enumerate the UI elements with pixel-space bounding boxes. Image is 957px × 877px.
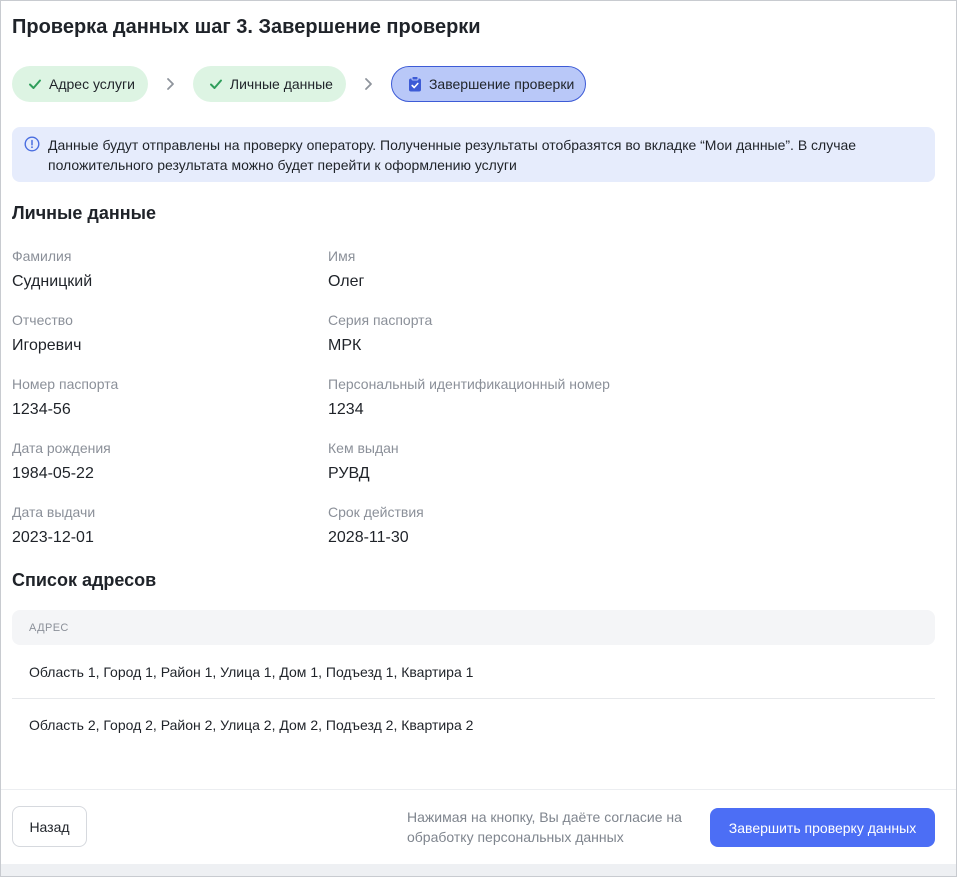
field-expiry-date: Срок действия 2028-11-30 — [328, 502, 935, 549]
field-value: Судницкий — [12, 273, 93, 290]
address-cell: Область 2, Город 2, Район 2, Улица 2, До… — [29, 717, 474, 733]
field-label: Фамилия — [12, 248, 72, 264]
chevron-right-icon — [346, 66, 391, 102]
field-issue-date: Дата выдачи 2023-12-01 — [12, 502, 328, 549]
page-title: Проверка данных шаг 3. Завершение провер… — [12, 16, 481, 38]
footer: Назад Нажимая на кнопку, Вы даёте соглас… — [1, 789, 956, 864]
field-label: Дата выдачи — [12, 504, 96, 520]
field-value: 1984-05-22 — [12, 465, 94, 482]
check-icon — [28, 76, 42, 92]
field-label: Серия паспорта — [328, 312, 433, 328]
field-passport-series: Серия паспорта МРК — [328, 310, 935, 357]
table-row: Область 1, Город 1, Район 1, Улица 1, До… — [12, 645, 935, 698]
table-row: Область 2, Город 2, Район 2, Улица 2, До… — [12, 698, 935, 751]
field-value: 1234-56 — [12, 401, 71, 418]
check-icon — [209, 76, 223, 92]
step-personal-data[interactable]: Личные данные — [192, 66, 346, 102]
field-label: Имя — [328, 248, 356, 264]
field-value: Олег — [328, 273, 365, 290]
field-label: Срок действия — [328, 504, 424, 520]
info-icon — [24, 136, 40, 152]
field-value: 2023-12-01 — [12, 529, 94, 546]
notice-text: Данные будут отправлены на проверку опер… — [48, 137, 857, 173]
field-value: МРК — [328, 337, 362, 354]
column-header-address: АДРЕС — [29, 621, 69, 634]
stepper: Адрес услуги Личные данные Завершение пр… — [12, 66, 935, 102]
step-label: Завершение проверки — [428, 76, 575, 92]
consent-text: Нажимая на кнопку, Вы даёте согласие на … — [407, 807, 682, 847]
field-label: Номер паспорта — [12, 376, 119, 392]
field-value: 2028-11-30 — [328, 529, 409, 546]
address-cell: Область 1, Город 1, Район 1, Улица 1, До… — [29, 663, 474, 680]
chevron-right-icon — [148, 66, 193, 102]
field-value: 1234 — [328, 401, 364, 418]
field-patronymic: Отчество Игоревич — [12, 310, 328, 357]
address-table-header: АДРЕС — [12, 610, 935, 645]
personal-data-heading: Личные данные — [12, 203, 156, 223]
field-label: Отчество — [12, 312, 73, 328]
back-button[interactable]: Назад — [12, 806, 87, 847]
address-list-heading: Список адресов — [12, 570, 157, 590]
consent-line: Нажимая на кнопку, Вы даёте согласие на — [407, 809, 682, 825]
step-finish-check[interactable]: Завершение проверки — [390, 66, 587, 102]
consent-line: обработку персональных данных — [407, 829, 624, 845]
personal-data-fields: Фамилия Судницкий Имя Олег Отчество Игор… — [12, 246, 935, 549]
field-label: Кем выдан — [328, 440, 399, 456]
field-personal-id-number: Персональный идентификационный номер 123… — [328, 374, 935, 421]
step-service-address[interactable]: Адрес услуги — [12, 66, 148, 102]
clipboard-check-icon — [408, 76, 422, 92]
field-birth-date: Дата рождения 1984-05-22 — [12, 438, 328, 485]
step-label: Личные данные — [229, 76, 333, 92]
field-value: Игоревич — [12, 337, 82, 354]
field-label: Персональный идентификационный номер — [328, 376, 610, 392]
field-issued-by: Кем выдан РУВД — [328, 438, 935, 485]
page-container: Проверка данных шаг 3. Завершение провер… — [0, 0, 957, 877]
field-passport-number: Номер паспорта 1234-56 — [12, 374, 328, 421]
field-label: Дата рождения — [12, 440, 111, 456]
step-label: Адрес услуги — [49, 76, 135, 92]
field-surname: Фамилия Судницкий — [12, 246, 328, 293]
submit-button[interactable]: Завершить проверку данных — [710, 808, 935, 847]
field-first-name: Имя Олег — [328, 246, 935, 293]
address-table: АДРЕС Область 1, Город 1, Район 1, Улица… — [12, 610, 935, 751]
footer-bottom-band — [1, 864, 956, 876]
info-notice: Данные будут отправлены на проверку опер… — [12, 127, 935, 182]
field-value: РУВД — [328, 465, 370, 482]
